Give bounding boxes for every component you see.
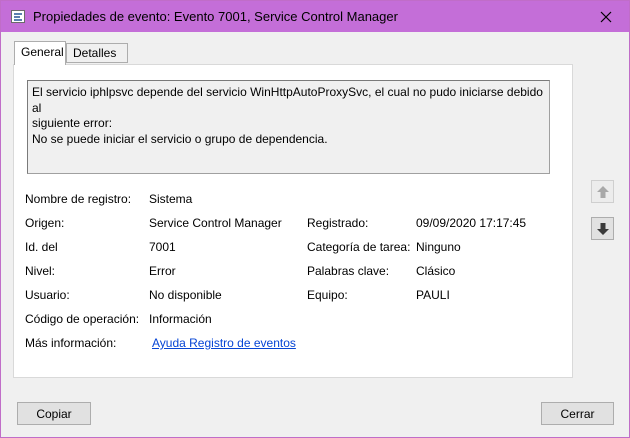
log-name-value[interactable]: Sistema — [149, 192, 192, 206]
source-value[interactable]: Service Control Manager — [149, 216, 282, 230]
opcode-label: Código de operación: — [25, 312, 140, 326]
tab-general[interactable]: General — [14, 41, 66, 65]
event-id-label: Id. del — [25, 240, 58, 254]
close-window-button[interactable] — [583, 1, 629, 32]
user-value[interactable]: No disponible — [149, 288, 222, 302]
description-line: El servicio iphlpsvc depende del servici… — [32, 85, 543, 115]
level-value[interactable]: Error — [149, 264, 176, 278]
title-bar: Propiedades de evento: Evento 7001, Serv… — [1, 1, 629, 32]
opcode-value[interactable]: Información — [149, 312, 212, 326]
close-icon — [600, 11, 612, 22]
level-label: Nivel: — [25, 264, 56, 278]
event-id-value[interactable]: 7001 — [149, 240, 176, 254]
description-line: siguiente error: — [32, 116, 113, 130]
keywords-value[interactable]: Clásico — [416, 264, 455, 278]
logged-label: Registrado: — [307, 216, 369, 230]
event-log-icon — [11, 10, 25, 23]
computer-value[interactable]: PAULI — [416, 288, 450, 302]
window-title: Propiedades de evento: Evento 7001, Serv… — [33, 9, 398, 24]
keywords-label: Palabras clave: — [307, 264, 390, 278]
computer-label: Equipo: — [307, 288, 348, 302]
event-description[interactable]: El servicio iphlpsvc depende del servici… — [27, 80, 550, 174]
tab-detalles[interactable]: Detalles — [66, 43, 128, 63]
close-button[interactable]: Cerrar — [541, 402, 614, 425]
event-log-help-link[interactable]: Ayuda Registro de eventos — [152, 336, 296, 350]
next-event-button[interactable] — [591, 217, 614, 240]
previous-event-button[interactable] — [591, 180, 614, 203]
copy-button[interactable]: Copiar — [17, 402, 91, 425]
task-category-value[interactable]: Ninguno — [416, 240, 461, 254]
logged-value[interactable]: 09/09/2020 17:17:45 — [416, 216, 526, 230]
source-label: Origen: — [25, 216, 65, 230]
task-category-label: Categoría de tarea: — [307, 240, 411, 254]
description-line: No se puede iniciar el servicio o grupo … — [32, 131, 328, 146]
more-info-label: Más información: — [25, 336, 117, 350]
log-name-label: Nombre de registro: — [25, 192, 132, 206]
user-label: Usuario: — [25, 288, 70, 302]
arrow-down-icon — [596, 222, 609, 235]
arrow-up-icon — [596, 185, 609, 198]
event-properties-window: Propiedades de evento: Evento 7001, Serv… — [0, 0, 630, 438]
